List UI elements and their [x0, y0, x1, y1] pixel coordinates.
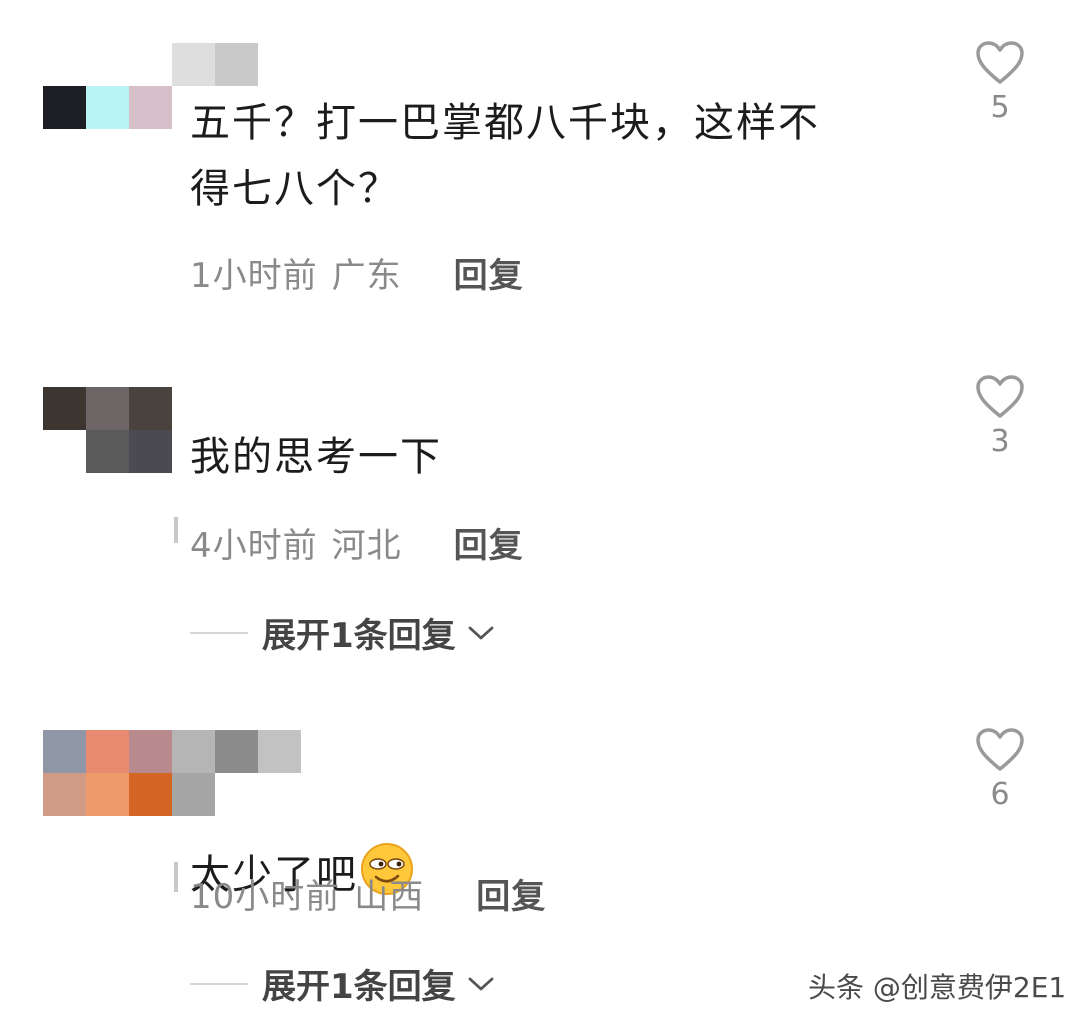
avatar-pixel: [215, 730, 258, 773]
avatar-pixel: [43, 387, 86, 430]
avatar-pixel: [86, 773, 129, 816]
reply-button[interactable]: 回复: [476, 869, 546, 918]
expand-replies-button[interactable]: 展开1条回复: [190, 959, 494, 1008]
avatar-pixel: [129, 387, 172, 430]
comment-time: 1小时前: [190, 256, 318, 296]
avatar-pixel: [129, 773, 172, 816]
username-redacted[interactable]: [172, 43, 258, 86]
comment-text: 我的思考一下: [190, 434, 442, 480]
avatar-pixel: [129, 86, 172, 129]
heart-outline-icon: [976, 728, 1024, 771]
heart-outline-icon: [976, 41, 1024, 84]
like-count: 6: [990, 777, 1010, 812]
avatar-pixel: [43, 86, 86, 129]
avatar-pixel: [43, 773, 86, 816]
expand-replies-label: 展开1条回复: [262, 967, 456, 1007]
comment-meta: 10小时前 山西 回复: [190, 869, 546, 918]
like-button[interactable]: 3: [972, 374, 1028, 459]
like-count: 3: [990, 424, 1010, 459]
like-button[interactable]: 5: [972, 40, 1028, 125]
user-avatar[interactable]: [43, 387, 172, 473]
redaction-fragment: [174, 862, 178, 892]
watermark: 头条 @创意费伊2E1: [808, 971, 1067, 1004]
avatar-pixel: [129, 730, 172, 773]
comment-region: 广东: [331, 256, 402, 296]
comment-time: 4小时前: [190, 526, 318, 566]
comment-region: 河北: [331, 526, 402, 566]
comment-meta: 1小时前 广东 回复: [190, 248, 524, 297]
user-avatar[interactable]: [43, 86, 172, 129]
expand-replies-button[interactable]: 展开1条回复: [190, 608, 494, 657]
avatar-pixel: [129, 430, 172, 473]
like-count: 5: [990, 90, 1010, 125]
comment-text: 五千？打一巴掌都八千块，这样不 得七八个？: [190, 100, 820, 212]
expand-replies-label: 展开1条回复: [262, 616, 456, 656]
reply-button[interactable]: 回复: [454, 518, 524, 567]
avatar-pixel: [86, 387, 129, 430]
avatar-pixel: [86, 86, 129, 129]
divider-line: [190, 982, 248, 985]
avatar-pixel: [172, 730, 215, 773]
divider-line: [190, 631, 248, 634]
like-button[interactable]: 6: [972, 727, 1028, 812]
chevron-down-icon: [468, 977, 494, 990]
chevron-down-icon: [468, 626, 494, 639]
avatar-pixel: [43, 730, 86, 773]
comment-meta: 4小时前 河北 回复: [190, 518, 524, 567]
username-pixel: [172, 43, 215, 86]
avatar-pixel: [86, 730, 129, 773]
avatar-pixel: [86, 430, 129, 473]
avatar-pixel: [258, 730, 301, 773]
heart-outline-icon: [976, 375, 1024, 418]
avatar-pixel: [43, 430, 86, 473]
username-pixel: [215, 43, 258, 86]
comment-time: 10小时前: [190, 877, 341, 917]
redaction-fragment: [174, 517, 178, 543]
reply-button[interactable]: 回复: [454, 248, 524, 297]
comment-region: 山西: [354, 877, 425, 917]
